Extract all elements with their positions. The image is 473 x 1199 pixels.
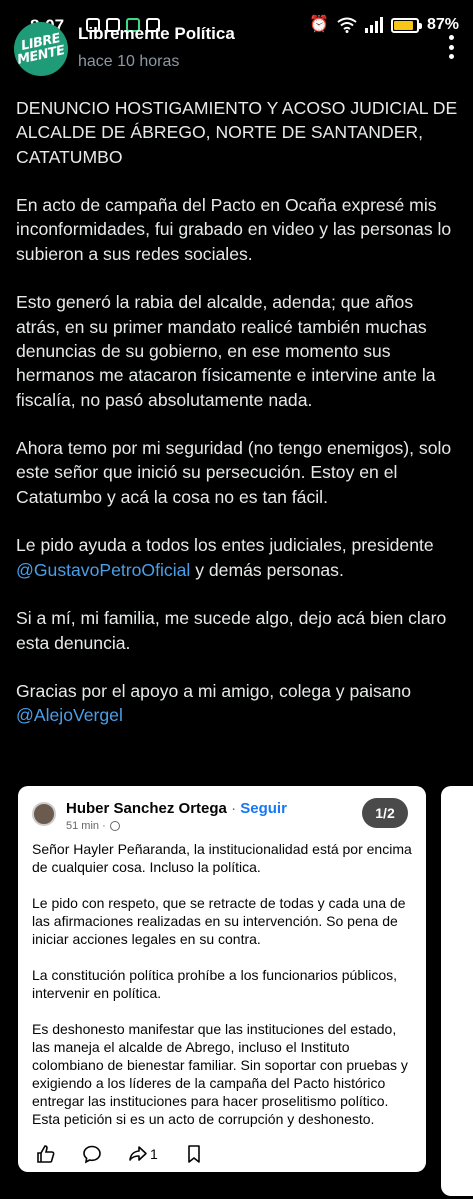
post-paragraph: En acto de campaña del Pacto en Ocaña ex… — [16, 195, 452, 264]
paragraph-text: Gracias por el apoyo a mi amigo, colega … — [16, 681, 412, 702]
post-text: DENUNCIO HOSTIGAMIENTO Y ACOSO JUDICIAL … — [16, 96, 461, 752]
dot-icon — [448, 44, 454, 50]
card-paragraph: Señor Hayler Peñaranda, la institucional… — [32, 841, 412, 875]
paragraph-text: Le pido ayuda a todos los entes judicial… — [16, 535, 434, 556]
card-paragraph: La constitución política prohíbe a los f… — [32, 967, 397, 1001]
card-meta: 51 min · — [66, 820, 120, 832]
post-paragraph: Esto generó la rabia del alcalde, adenda… — [16, 292, 436, 410]
more-options-button[interactable] — [441, 32, 461, 62]
post-header: LIBRE MENTE Libremente Política hace 10 … — [0, 14, 473, 84]
save-icon[interactable] — [184, 1144, 204, 1164]
card-paragraph: Le pido con respeto, que se retracte de … — [32, 895, 406, 947]
mention-link[interactable]: @GustavoPetroOficial — [16, 560, 190, 580]
post-paragraph: Gracias por el apoyo a mi amigo, colega … — [16, 679, 461, 728]
paragraph-text: y demás personas. — [190, 559, 344, 580]
post-timestamp: hace 10 horas — [78, 53, 180, 70]
globe-icon — [109, 821, 120, 831]
post-paragraph: Le pido ayuda a todos los entes judicial… — [16, 533, 461, 582]
card-actions: 1 — [36, 1144, 230, 1164]
next-card-preview[interactable] — [441, 786, 473, 1196]
comment-icon[interactable] — [82, 1144, 102, 1164]
post-paragraph: Ahora temo por mi seguridad (no tengo en… — [16, 438, 452, 507]
post-paragraph: Si a mí, mi familia, me sucede algo, dej… — [16, 608, 447, 653]
dot-icon — [448, 35, 454, 40]
post-paragraph: DENUNCIO HOSTIGAMIENTO Y ACOSO JUDICIAL … — [16, 98, 458, 167]
card-text: Señor Hayler Peñaranda, la institucional… — [32, 840, 416, 1146]
embedded-post-card[interactable]: Huber Sanchez Ortega · Seguir 51 min · 1… — [18, 786, 426, 1172]
share-count: 1 — [150, 1146, 158, 1162]
like-icon[interactable] — [36, 1144, 56, 1164]
dot-icon — [448, 54, 454, 59]
card-paragraph: Es deshonesto manifestar que las institu… — [32, 1021, 408, 1127]
card-avatar[interactable] — [32, 802, 56, 826]
card-time: 51 min · — [66, 820, 106, 832]
avatar[interactable]: LIBRE MENTE — [14, 22, 68, 76]
card-pager: 1/2 — [362, 798, 408, 828]
author-name[interactable]: Libremente Política — [78, 24, 235, 44]
share-icon[interactable] — [128, 1144, 148, 1164]
mention-link[interactable]: @AlejoVergel — [16, 705, 123, 725]
card-author-name[interactable]: Huber Sanchez Ortega — [66, 800, 227, 817]
card-author-line: Huber Sanchez Ortega · Seguir — [66, 800, 287, 817]
follow-button[interactable]: Seguir — [240, 800, 287, 817]
separator: · — [231, 800, 237, 817]
